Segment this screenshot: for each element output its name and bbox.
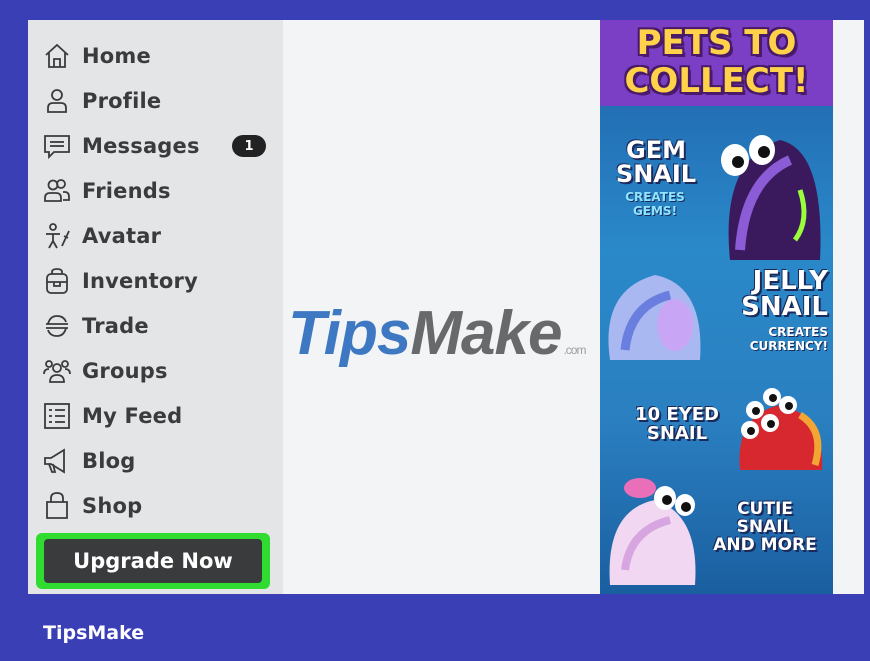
sidebar-item-label: My Feed xyxy=(82,404,183,428)
sidebar-item-shop[interactable]: Shop xyxy=(40,486,142,526)
sidebar-item-groups[interactable]: Groups xyxy=(40,351,168,391)
ad-pet-subtitle: CREATES xyxy=(768,325,828,339)
cutie-snail-image xyxy=(609,478,696,585)
cutie-snail-title: CUTIE SNAIL AND MORE xyxy=(700,500,830,554)
ad-title: PETS TO COLLECT! xyxy=(600,24,833,100)
sidebar-item-label: Avatar xyxy=(82,224,162,248)
sidebar-item-trade[interactable]: Trade xyxy=(40,306,149,346)
upgrade-now-button[interactable]: Upgrade Now xyxy=(44,539,262,583)
ten-eyed-snail-title: 10 EYED SNAIL xyxy=(622,405,732,443)
watermark-tips: Tips xyxy=(288,299,411,368)
jelly-snail-title: JELLY SNAIL xyxy=(718,268,828,320)
left-sidebar: Home Profile Messages 1 Friends Avatar I… xyxy=(28,20,283,594)
sidebar-item-label: Profile xyxy=(82,89,162,113)
blog-icon xyxy=(40,446,74,476)
ad-header: PETS TO COLLECT! xyxy=(600,20,833,106)
ad-pet-name: SNAIL xyxy=(615,160,697,188)
gem-snail-subtitle: CREATES GEMS! xyxy=(610,190,700,218)
ad-pet-name: SNAIL xyxy=(736,517,794,537)
inventory-icon xyxy=(40,266,74,296)
advertisement-banner[interactable]: PETS TO COLLECT! GEM SNAIL CREATES GEMS! xyxy=(600,20,833,594)
messages-icon xyxy=(40,131,74,161)
sidebar-item-label: Trade xyxy=(82,314,149,338)
avatar-icon xyxy=(40,221,74,251)
ad-pet-name: GEM xyxy=(626,136,686,164)
profile-icon xyxy=(40,86,74,116)
sidebar-item-label: Inventory xyxy=(82,269,198,293)
ad-pet-subtitle: CREATES xyxy=(625,190,685,204)
sidebar-item-messages[interactable]: Messages xyxy=(40,126,200,166)
gem-snail-title: GEM SNAIL xyxy=(606,138,706,186)
sidebar-item-blog[interactable]: Blog xyxy=(40,441,135,481)
sidebar-item-inventory[interactable]: Inventory xyxy=(40,261,198,301)
sidebar-item-label: Groups xyxy=(82,359,168,383)
shop-icon xyxy=(40,491,74,521)
upgrade-highlight: Upgrade Now xyxy=(36,533,270,589)
watermark-make: Make xyxy=(410,299,562,368)
sidebar-item-label: Blog xyxy=(82,449,136,473)
ad-pet-subtitle: CURRENCY! xyxy=(749,339,828,353)
trade-icon xyxy=(40,311,74,341)
sidebar-item-home[interactable]: Home xyxy=(40,36,151,76)
jelly-snail-subtitle: CREATES CURRENCY! xyxy=(718,325,828,353)
ad-pet-name: JELLY xyxy=(752,266,828,296)
ad-pet-name: SNAIL xyxy=(741,292,828,322)
ten-eyed-snail-image xyxy=(739,388,823,470)
app-window: Home Profile Messages 1 Friends Avatar I… xyxy=(28,20,864,594)
ad-pet-name: AND MORE xyxy=(713,535,817,555)
sidebar-item-avatar[interactable]: Avatar xyxy=(40,216,161,256)
sidebar-item-label: Messages xyxy=(82,134,200,158)
tipsmake-watermark: Tips Make .com xyxy=(288,298,586,368)
ad-pet-name: 10 EYED xyxy=(635,404,719,425)
groups-icon xyxy=(40,356,74,386)
sidebar-item-friends[interactable]: Friends xyxy=(40,171,171,211)
sidebar-item-label: Home xyxy=(82,44,151,68)
sidebar-item-profile[interactable]: Profile xyxy=(40,81,161,121)
feed-icon xyxy=(40,401,74,431)
sidebar-item-my-feed[interactable]: My Feed xyxy=(40,396,182,436)
home-icon xyxy=(40,41,74,71)
messages-count-badge: 1 xyxy=(232,135,266,157)
ad-title-line2: COLLECT! xyxy=(624,61,809,101)
sidebar-item-label: Shop xyxy=(82,494,143,518)
ad-pet-name: SNAIL xyxy=(646,423,708,444)
ad-pet-subtitle: GEMS! xyxy=(632,204,678,218)
friends-icon xyxy=(40,176,74,206)
ad-title-line1: PETS TO xyxy=(636,23,797,63)
watermark-suffix: .com xyxy=(563,343,586,357)
jelly-snail-image xyxy=(608,275,701,360)
gem-snail-image xyxy=(721,135,821,260)
footer-brand: TipsMake xyxy=(43,622,145,644)
sidebar-item-label: Friends xyxy=(82,179,171,203)
ad-pet-name: CUTIE xyxy=(737,499,793,519)
